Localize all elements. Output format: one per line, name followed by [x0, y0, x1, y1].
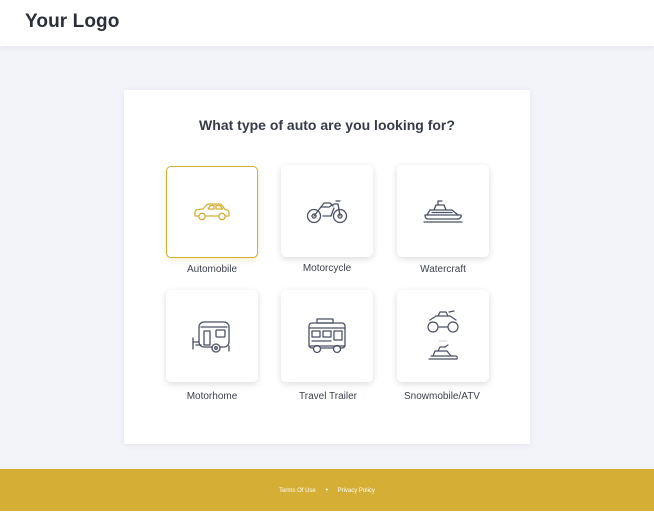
option-automobile-label: Automobile: [186, 264, 238, 275]
terms-of-use-link[interactable]: Terms Of Use: [279, 488, 316, 494]
option-watercraft[interactable]: [397, 165, 489, 257]
jet-ski-icon: [422, 198, 464, 224]
option-travel-trailer[interactable]: [281, 290, 373, 382]
car-icon: [192, 200, 232, 224]
footer: Terms Of Use • Privacy Policy: [0, 469, 654, 511]
option-travel-trailer-label: Travel Trailer: [299, 391, 357, 402]
question-heading: What type of auto are you looking for?: [199, 117, 455, 133]
logo[interactable]: Your Logo: [25, 11, 119, 33]
option-watercraft-label: Watercraft: [420, 264, 466, 275]
selection-card: What type of auto are you looking for? A…: [124, 90, 530, 444]
atv-snowmobile-icon: [425, 308, 461, 364]
rv-bus-icon: [305, 316, 349, 356]
camper-trailer-icon: [190, 316, 234, 356]
option-snowmobile-atv-label: Snowmobile/ATV: [404, 391, 480, 402]
privacy-policy-link[interactable]: Privacy Policy: [338, 488, 375, 494]
option-motorcycle[interactable]: [281, 165, 373, 257]
option-motorhome[interactable]: [166, 290, 258, 382]
option-motorhome-label: Motorhome: [186, 391, 238, 402]
option-motorcycle-label: Motorcycle: [302, 263, 352, 274]
footer-separator: •: [325, 487, 328, 494]
option-snowmobile-atv[interactable]: [397, 290, 489, 382]
option-automobile[interactable]: [166, 166, 258, 258]
footer-links: Terms Of Use • Privacy Policy: [0, 487, 654, 494]
motorcycle-icon: [305, 196, 349, 226]
header: Your Logo: [0, 0, 654, 46]
